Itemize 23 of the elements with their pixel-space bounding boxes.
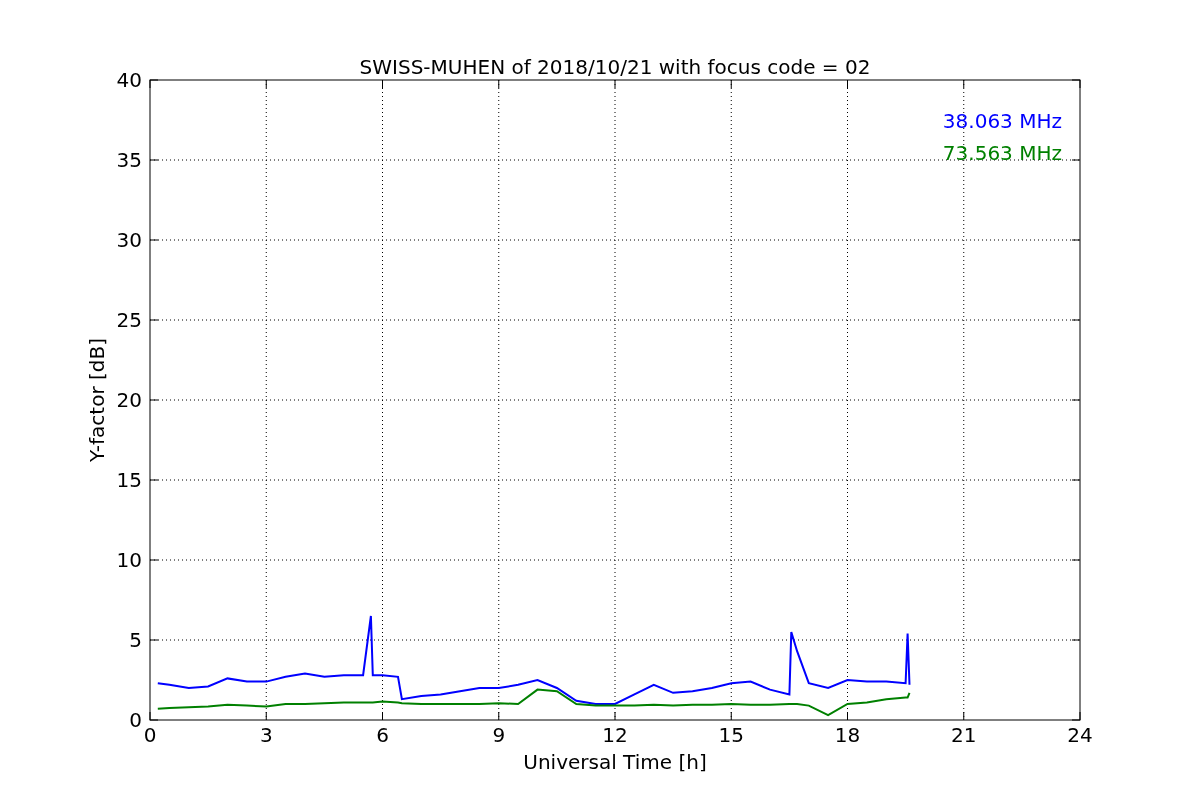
tick-label: 25: [116, 308, 142, 332]
tick-label: 10: [116, 548, 142, 572]
tick-label: 21: [951, 723, 977, 747]
tick-label: 20: [116, 388, 142, 412]
axis-label: Y-factor [dB]: [85, 338, 109, 462]
legend-label: 38.063 MHz: [942, 109, 1062, 133]
tick-label: 15: [116, 468, 142, 492]
axis-label: Universal Time [h]: [523, 750, 707, 774]
tick-label: 6: [376, 723, 389, 747]
tick-label: 18: [834, 723, 861, 747]
tick-label: 30: [116, 228, 142, 252]
tick-label: 40: [116, 68, 142, 92]
chart-title: SWISS-MUHEN of 2018/10/21 with focus code = 02: [359, 55, 871, 79]
tick-label: 35: [116, 148, 142, 172]
legend-label: 73.563 MHz: [942, 141, 1062, 165]
tick-label: 9: [492, 723, 506, 747]
tick-label: 0: [129, 708, 142, 732]
tick-label: 5: [129, 628, 142, 652]
tick-label: 12: [602, 723, 628, 747]
tick-label: 3: [259, 723, 273, 747]
tick-label: 15: [718, 723, 744, 747]
tick-label: 24: [1067, 723, 1093, 747]
tick-label: 0: [143, 723, 157, 747]
